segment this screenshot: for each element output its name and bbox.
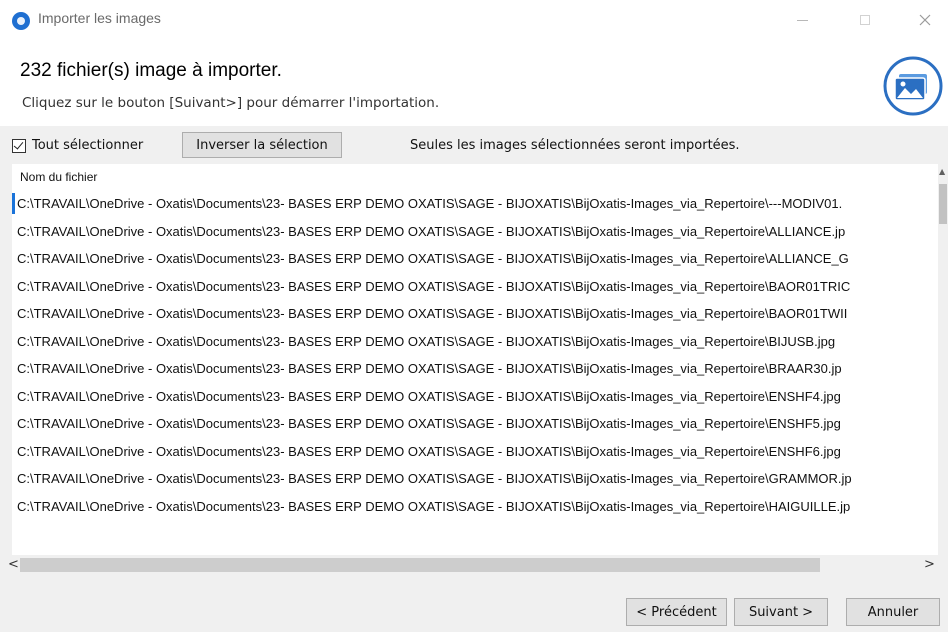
minimize-icon [796, 19, 808, 21]
maximize-button[interactable] [845, 8, 885, 32]
close-icon [919, 14, 931, 26]
minimize-button[interactable] [782, 8, 822, 32]
scroll-left-icon[interactable]: < [8, 557, 19, 572]
previous-button[interactable]: < Précédent [626, 598, 727, 626]
page-title: 232 fichier(s) image à importer. [20, 60, 282, 81]
vertical-scrollbar[interactable]: ▲ [938, 164, 948, 560]
file-rows: C:\TRAVAIL\OneDrive - Oxatis\Documents\2… [12, 190, 938, 520]
next-button[interactable]: Suivant > [734, 598, 828, 626]
scroll-up-icon[interactable]: ▲ [939, 168, 947, 176]
app-logo-icon [12, 12, 30, 30]
select-all-label: Tout sélectionner [32, 138, 144, 153]
image-icon [883, 56, 943, 116]
invert-selection-button[interactable]: Inverser la sélection [182, 132, 342, 158]
window-title: Importer les images [38, 10, 161, 26]
horizontal-scroll-thumb[interactable] [20, 558, 820, 572]
checkbox-checked-icon[interactable] [12, 138, 26, 153]
title-bar: Importer les images [0, 0, 948, 42]
file-list[interactable]: Nom du fichier C:\TRAVAIL\OneDrive - Oxa… [12, 164, 948, 560]
list-item[interactable]: C:\TRAVAIL\OneDrive - Oxatis\Documents\2… [12, 383, 938, 411]
horizontal-scrollbar[interactable]: < > [0, 555, 948, 575]
page-subtitle: Cliquez sur le bouton [Suivant>] pour dé… [22, 95, 440, 111]
close-button[interactable] [905, 8, 945, 32]
list-item[interactable]: C:\TRAVAIL\OneDrive - Oxatis\Documents\2… [12, 493, 938, 521]
column-header-filename[interactable]: Nom du fichier [20, 170, 97, 184]
list-item[interactable]: C:\TRAVAIL\OneDrive - Oxatis\Documents\2… [12, 245, 938, 273]
list-item[interactable]: C:\TRAVAIL\OneDrive - Oxatis\Documents\2… [12, 273, 938, 301]
info-text: Seules les images sélectionnées seront i… [410, 138, 740, 153]
list-item[interactable]: C:\TRAVAIL\OneDrive - Oxatis\Documents\2… [12, 465, 938, 493]
scroll-right-icon[interactable]: > [924, 557, 935, 572]
list-item[interactable]: C:\TRAVAIL\OneDrive - Oxatis\Documents\2… [12, 438, 938, 466]
list-item[interactable]: C:\TRAVAIL\OneDrive - Oxatis\Documents\2… [12, 300, 938, 328]
cancel-button[interactable]: Annuler [846, 598, 940, 626]
list-item[interactable]: C:\TRAVAIL\OneDrive - Oxatis\Documents\2… [12, 410, 938, 438]
list-item[interactable]: C:\TRAVAIL\OneDrive - Oxatis\Documents\2… [12, 190, 938, 218]
list-item[interactable]: C:\TRAVAIL\OneDrive - Oxatis\Documents\2… [12, 218, 938, 246]
vertical-scroll-thumb[interactable] [939, 184, 947, 224]
list-item[interactable]: C:\TRAVAIL\OneDrive - Oxatis\Documents\2… [12, 355, 938, 383]
select-all-checkbox[interactable]: Tout sélectionner [12, 138, 143, 153]
maximize-icon [860, 15, 870, 25]
list-item[interactable]: C:\TRAVAIL\OneDrive - Oxatis\Documents\2… [12, 328, 938, 356]
